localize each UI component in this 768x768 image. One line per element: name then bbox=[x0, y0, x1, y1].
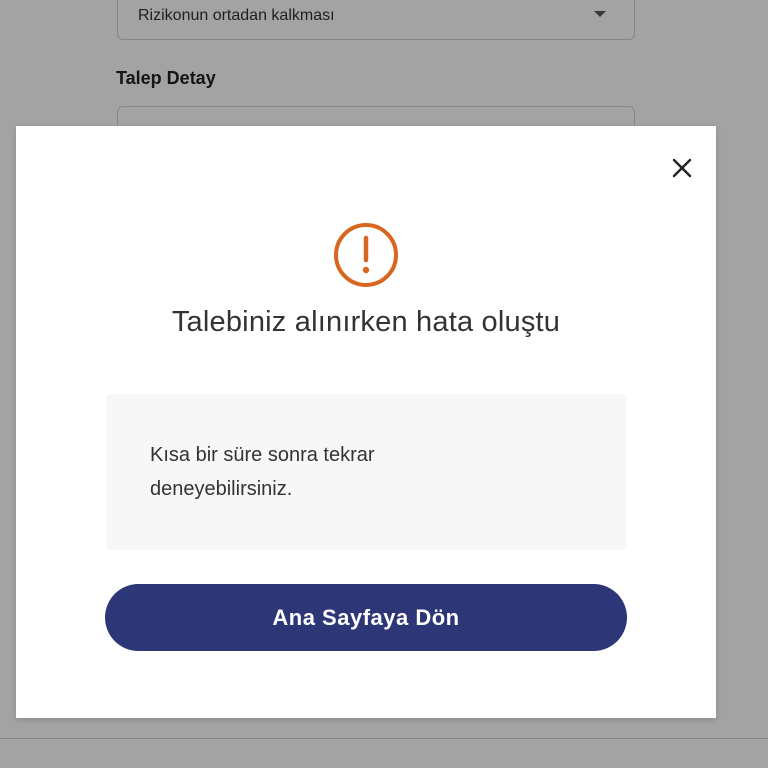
close-button[interactable] bbox=[670, 156, 694, 180]
close-icon bbox=[672, 158, 692, 178]
home-button[interactable]: Ana Sayfaya Dön bbox=[105, 584, 627, 651]
error-dialog: Talebiniz alınırken hata oluştu Kısa bir… bbox=[16, 126, 716, 718]
dialog-message: Kısa bir süre sonra tekrar deneyebilirsi… bbox=[150, 444, 375, 500]
exclamation-circle-icon bbox=[333, 222, 399, 288]
dialog-title: Talebiniz alınırken hata oluştu bbox=[171, 306, 561, 338]
message-box: Kısa bir süre sonra tekrar deneyebilirsi… bbox=[106, 394, 626, 550]
